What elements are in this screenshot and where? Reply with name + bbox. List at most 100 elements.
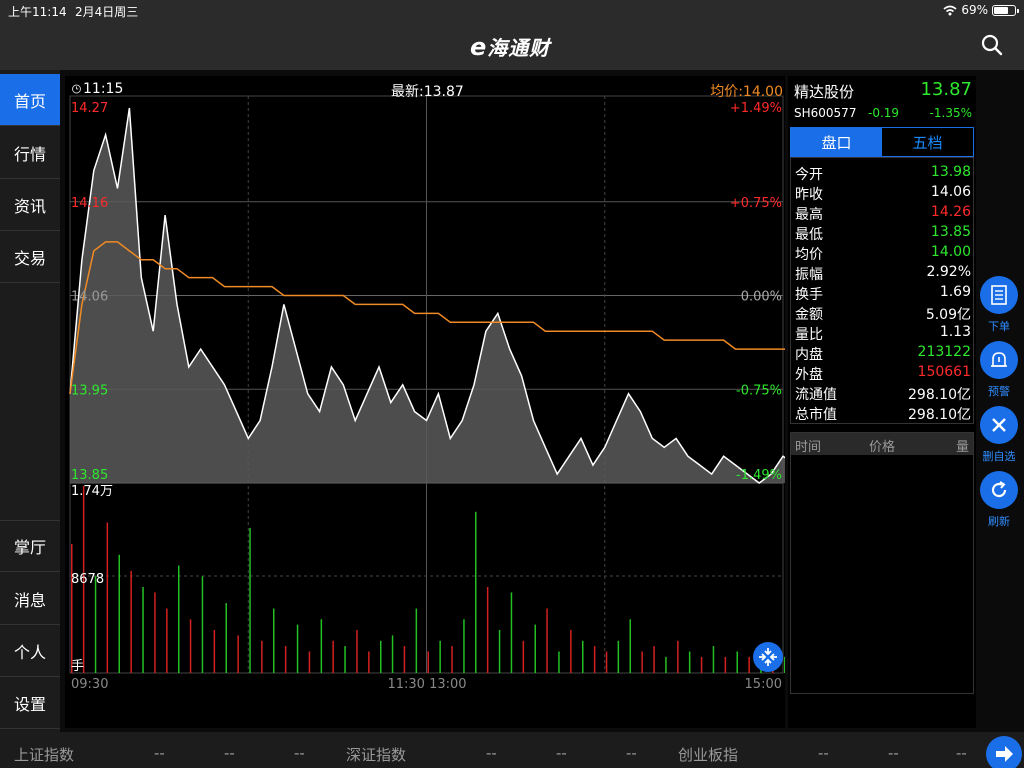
- sidebar-item-settings[interactable]: 设置: [0, 677, 60, 729]
- quote-label: 外盘: [795, 367, 823, 383]
- sidebar-item-messages[interactable]: 消息: [0, 573, 60, 625]
- quote-label: 换手: [795, 287, 823, 303]
- quote-value: 13.98: [930, 164, 971, 180]
- quote-label: 最低: [795, 227, 823, 243]
- ticker-name: 创业板指: [678, 746, 739, 764]
- search-icon[interactable]: [980, 33, 1004, 57]
- sidebar-item-home[interactable]: 首页: [0, 74, 60, 126]
- alert-button[interactable]: [980, 341, 1018, 379]
- quote-row: 最低 13.85: [795, 224, 971, 244]
- close-icon: [992, 418, 1006, 432]
- alert-label: 预警: [988, 385, 1010, 398]
- ticker-value: --: [224, 744, 235, 762]
- trade-col-volume: 量: [955, 440, 969, 455]
- status-date: 2月4日周三: [75, 5, 139, 19]
- time-tick-label: 15:00: [745, 677, 782, 692]
- stock-price: 13.87: [920, 79, 972, 100]
- volume-bar: [593, 646, 596, 673]
- intraday-chart-panel[interactable]: 14.27 14.16 14.06 13.95 13.85 +1.49% +0.75% 0.0…: [65, 76, 785, 728]
- volume-bar: [380, 640, 382, 673]
- volume-bar: [71, 544, 73, 673]
- order-button[interactable]: [980, 276, 1018, 314]
- ticker-value: --: [956, 744, 967, 762]
- battery-icon: [992, 4, 1019, 16]
- sidebar-item-news[interactable]: 资讯: [0, 179, 60, 231]
- quote-label: 流通值: [795, 387, 837, 403]
- volume-unit-label: 手: [71, 659, 84, 674]
- quote-row: 今开 13.98: [795, 164, 971, 184]
- sidebar-item-trade[interactable]: 交易: [0, 231, 60, 283]
- ticker-name: 深证指数: [346, 746, 407, 764]
- tab-order-book[interactable]: 盘口: [791, 128, 882, 156]
- volume-bar: [130, 570, 132, 673]
- volume-bar: [784, 656, 785, 673]
- volume-bar: [700, 656, 703, 673]
- order-icon: [991, 285, 1007, 305]
- volume-bar: [94, 576, 97, 673]
- wifi-icon: [943, 5, 957, 15]
- quote-value: 1.13: [939, 324, 971, 340]
- volume-bar: [605, 651, 608, 673]
- volume-bar: [451, 646, 453, 673]
- quote-row: 总市值 298.10亿: [795, 404, 971, 424]
- volume-bar: [261, 640, 263, 673]
- volume-bar: [225, 603, 227, 673]
- volume-bar: [118, 554, 120, 673]
- volume-bar: [142, 587, 144, 673]
- remove-favorite-button[interactable]: [980, 406, 1018, 444]
- volume-bar: [308, 651, 311, 673]
- quote-label: 最高: [795, 207, 823, 223]
- tab-five-levels[interactable]: 五档: [882, 128, 973, 156]
- remove-favorite-label: 删自选: [982, 450, 1016, 463]
- price-tick-label: 13.95: [71, 383, 108, 398]
- quote-label: 金额: [795, 307, 823, 323]
- quote-row: 换手 1.69: [795, 284, 971, 304]
- nav-bar: e海通财: [0, 20, 1024, 70]
- volume-bar: [558, 651, 560, 673]
- quote-value: 298.10亿: [908, 407, 971, 423]
- ticker-value: --: [626, 744, 637, 762]
- price-tick-label: 13.85: [71, 468, 108, 483]
- ticker-value: --: [888, 744, 899, 762]
- volume-bar: [665, 656, 667, 673]
- pct-tick-label: -0.75%: [736, 383, 782, 398]
- quote-row: 流通值 298.10亿: [795, 384, 971, 404]
- sidebar-item-label: 交易: [13, 248, 46, 268]
- ticker-next-button[interactable]: [986, 736, 1022, 768]
- quote-row: 金额 5.09亿: [795, 304, 971, 324]
- quote-value: 1.69: [939, 284, 971, 300]
- quote-row: 内盘 213122: [795, 344, 971, 364]
- quote-label: 均价: [795, 247, 823, 263]
- volume-bar: [344, 646, 346, 673]
- trade-list[interactable]: 时间 价格 量: [790, 432, 974, 694]
- intraday-chart[interactable]: 14.27 14.16 14.06 13.95 13.85 +1.49% +0.75% 0.0…: [65, 76, 785, 728]
- index-ticker[interactable]: 上证指数 -- -- -- 深证指数 -- -- -- 创业板指 -- -- -…: [0, 732, 1024, 768]
- sidebar-item-label: 个人: [13, 642, 46, 662]
- quote-row: 最高 14.26: [795, 204, 971, 224]
- quote-row: 均价 14.00: [795, 244, 971, 264]
- sidebar-item-hall[interactable]: 掌厅: [0, 520, 60, 572]
- collapse-button[interactable]: [753, 642, 783, 672]
- trade-list-header: 时间 价格 量: [791, 433, 973, 455]
- ticker-value: --: [154, 744, 165, 762]
- quote-table: 今开 13.98 昨收 14.06 最高 14.26 最低 13.85 均价 14.00 振幅 2.9…: [790, 157, 974, 424]
- volume-bar: [296, 624, 299, 673]
- action-button-column: 下单 预警 删自选 刷新: [978, 76, 1022, 728]
- volume-bar: [273, 608, 275, 673]
- volume-bar: [415, 608, 418, 673]
- volume-bar: [356, 630, 358, 673]
- refresh-button[interactable]: [980, 471, 1018, 509]
- left-sidebar: 首页 行情 资讯 交易 掌厅 消息 个人 设置: [0, 70, 60, 732]
- volume-bar: [391, 635, 394, 673]
- quote-row: 振幅 2.92%: [795, 264, 971, 284]
- time-tick-label: 09:30: [71, 677, 108, 692]
- logo-prefix: e: [470, 33, 488, 61]
- chart-avg: 均价:14.00: [710, 84, 783, 100]
- sidebar-item-market[interactable]: 行情: [0, 127, 60, 179]
- status-time: 上午11:14: [8, 5, 67, 19]
- quote-value: 150661: [917, 364, 971, 380]
- ticker-value: --: [294, 744, 305, 762]
- sidebar-item-profile[interactable]: 个人: [0, 625, 60, 677]
- ticker-value: --: [486, 744, 497, 762]
- chart-latest: 最新:13.87: [391, 84, 464, 100]
